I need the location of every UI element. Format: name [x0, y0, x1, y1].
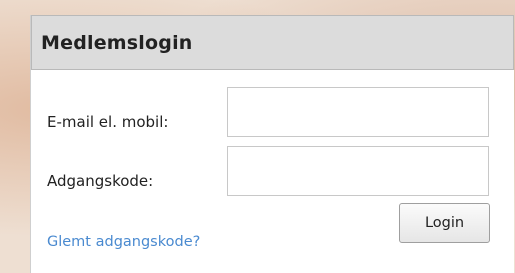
password-field[interactable] [227, 146, 489, 196]
password-label: Adgangskode: [47, 172, 154, 190]
email-label: E-mail el. mobil: [47, 113, 169, 131]
forgot-password-link[interactable]: Glemt adgangskode? [47, 234, 200, 250]
panel-title: Medlemslogin [41, 32, 193, 54]
login-button[interactable]: Login [399, 203, 490, 243]
member-login-panel: Medlemslogin E-mail el. mobil: Adgangsko… [30, 15, 514, 273]
email-field[interactable] [227, 87, 489, 137]
panel-header: Medlemslogin [31, 15, 514, 70]
